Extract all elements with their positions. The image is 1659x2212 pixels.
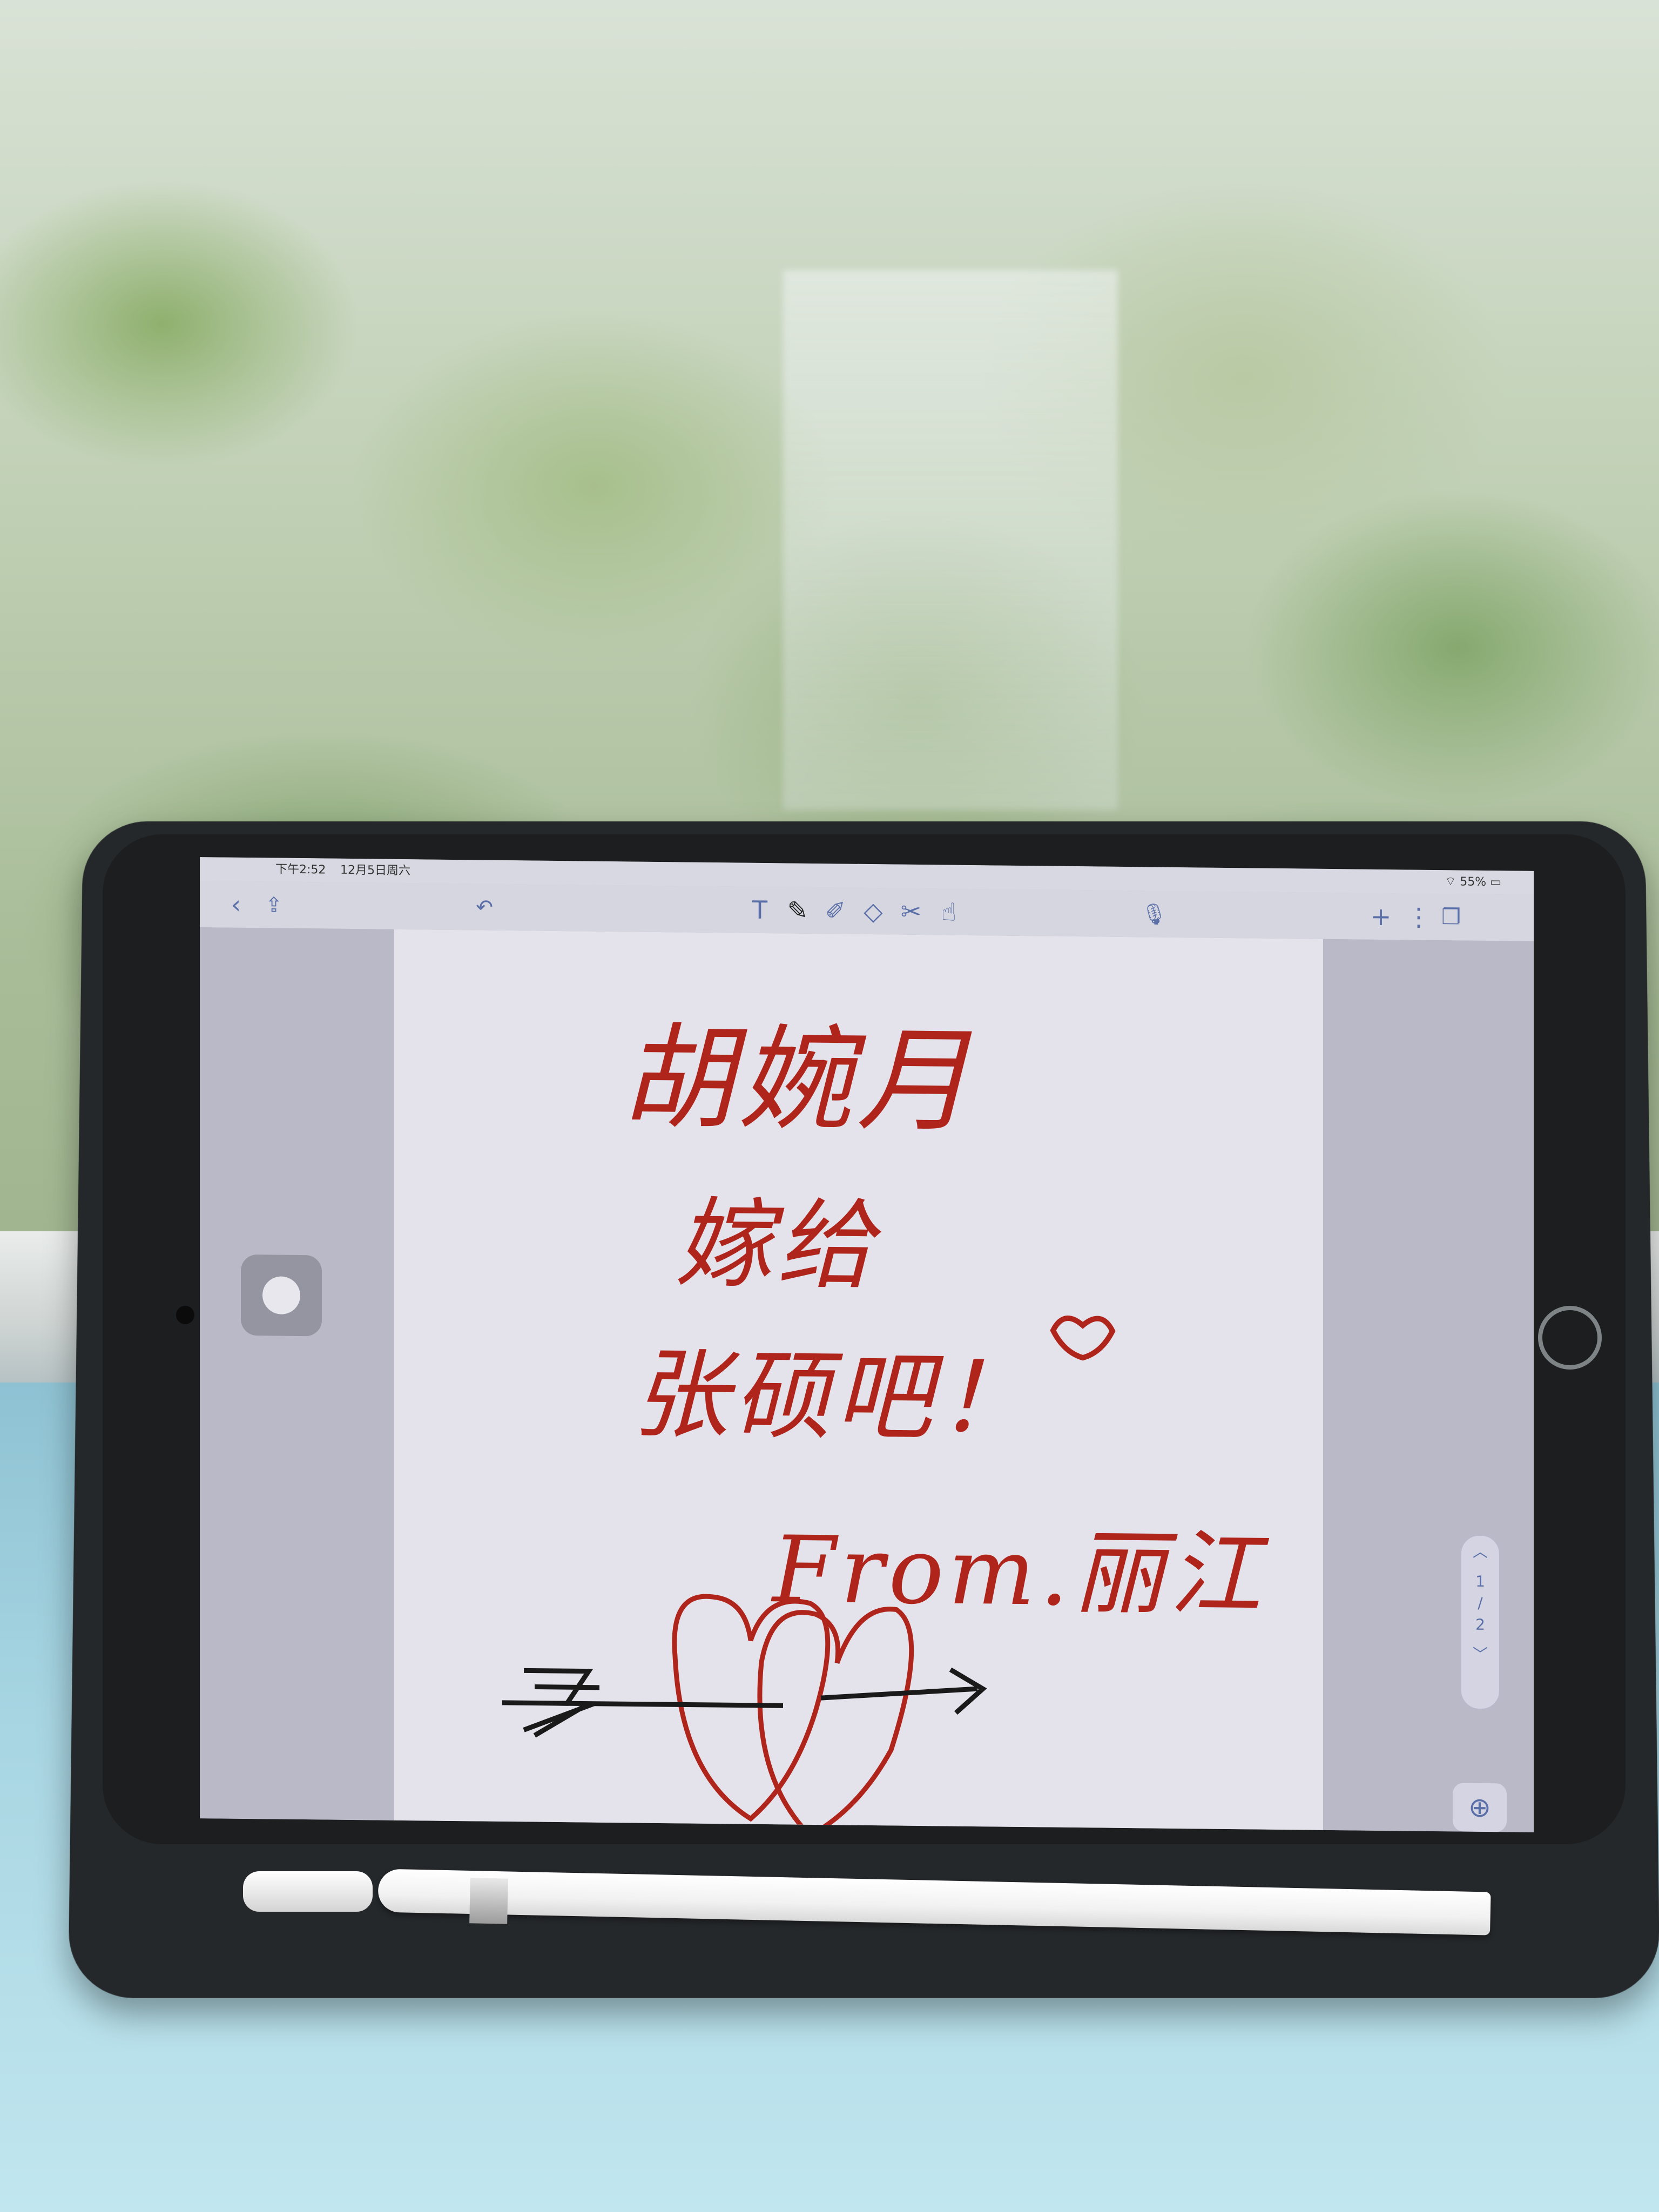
home-button[interactable] [1538, 1306, 1602, 1370]
small-heart-doodle [1050, 1316, 1116, 1361]
page-separator: / [1478, 1594, 1483, 1612]
handwriting-line-3: 张硕吧！ [632, 1338, 1038, 1456]
photo-scene: 下午2:52 12月5日周六 ⌔ 55% ▭ ‹ ⇪ ↶ T ✎ ✐ ◇ ✂ ☝… [0, 0, 1659, 2212]
heart-left [672, 1594, 831, 1822]
front-camera [176, 1306, 194, 1324]
building-background [783, 270, 1118, 810]
chevron-up-icon[interactable]: ︿ [1461, 1536, 1499, 1569]
pencil-adapter [243, 1871, 373, 1912]
assistive-touch-button[interactable] [241, 1254, 322, 1337]
handwriting-line-2: 嫁给 [675, 1188, 879, 1303]
heart-right [757, 1607, 914, 1832]
pencil-band [469, 1878, 508, 1924]
zoom-icon[interactable]: ⊕ [1453, 1783, 1507, 1832]
ipad-screen: 下午2:52 12月5日周六 ⌔ 55% ▭ ‹ ⇪ ↶ T ✎ ✐ ◇ ✂ ☝… [200, 857, 1534, 1832]
handwriting-line-1: 胡婉月 [621, 1011, 975, 1148]
arrow-fletching [502, 1668, 599, 1738]
page-current: 1 [1475, 1572, 1485, 1590]
chevron-down-icon[interactable]: ﹀ [1461, 1638, 1499, 1671]
page-navigator: ︿ 1 / 2 ﹀ [1460, 1534, 1500, 1710]
handwriting-line-4: From.丽江 [772, 1516, 1265, 1629]
page-total: 2 [1475, 1615, 1485, 1634]
arrow-shaft [556, 1686, 978, 1708]
